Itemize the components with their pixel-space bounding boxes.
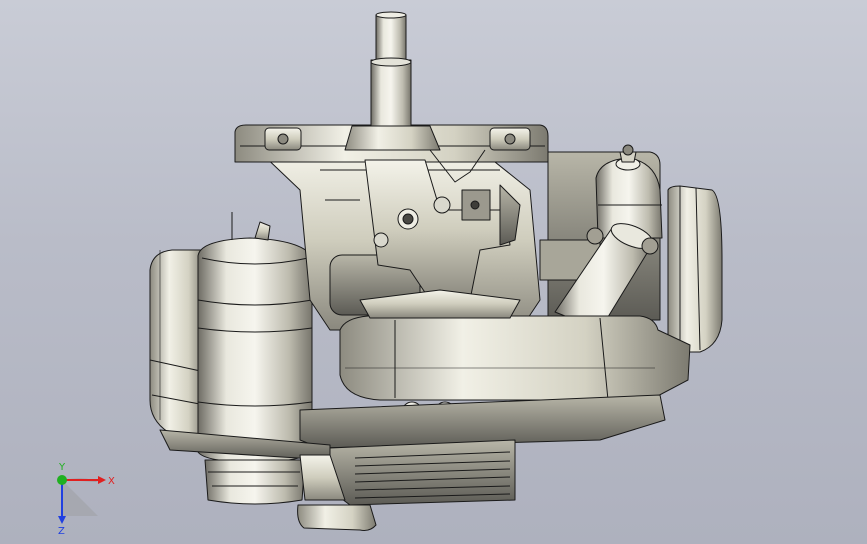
base-plate (299, 394, 666, 449)
air-filter-canister (197, 237, 313, 463)
3d-viewport[interactable]: X Y Z (0, 0, 867, 544)
z-axis-arrow-icon (58, 516, 66, 524)
y-axis-dot-icon (57, 475, 67, 485)
output-shaft-collar (370, 59, 412, 127)
y-axis-label: Y (58, 462, 66, 473)
cooling-fins (329, 439, 516, 506)
engine-model[interactable] (0, 0, 867, 544)
filter-nozzle (254, 221, 271, 241)
x-axis-label: X (108, 476, 115, 487)
oil-sump-tray (339, 315, 691, 401)
fuel-tank (149, 249, 206, 441)
x-axis-arrow-icon (98, 476, 106, 484)
end-cap (667, 185, 723, 353)
orientation-triad: X Y Z (57, 462, 115, 537)
z-axis-label: Z (58, 526, 65, 537)
bottom-boss (297, 504, 377, 531)
filter-bowl (204, 459, 306, 505)
